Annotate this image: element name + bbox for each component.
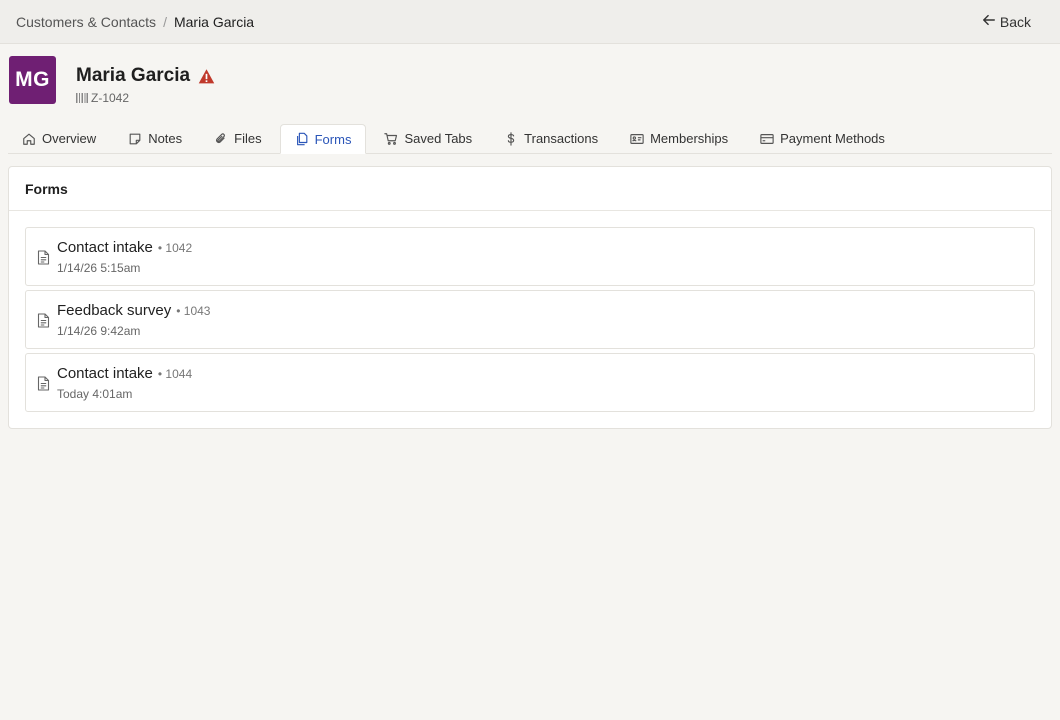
tab-memberships[interactable]: Memberships <box>616 124 742 153</box>
list-item[interactable]: Contact intake • 1042 1/14/26 5:15am <box>25 227 1035 286</box>
tab-label: Transactions <box>524 131 599 146</box>
barcode-icon <box>76 93 88 103</box>
breadcrumb: Customers & Contacts / Maria Garcia <box>16 14 254 30</box>
document-icon <box>37 376 50 391</box>
tab-label: Notes <box>148 131 183 146</box>
forms-panel: Forms Contact intake • 1042 1/14/26 5:15… <box>8 166 1052 429</box>
avatar: MG <box>9 56 56 104</box>
breadcrumb-current: Maria Garcia <box>173 13 255 30</box>
breadcrumb-customers-link[interactable]: Customers & Contacts <box>16 14 156 30</box>
form-number: • 1043 <box>176 304 211 318</box>
form-title: Feedback survey <box>57 302 172 319</box>
tab-notes[interactable]: Notes <box>114 124 196 153</box>
form-title: Contact intake <box>57 239 153 256</box>
form-number: • 1042 <box>157 241 193 255</box>
arrow-left-icon <box>982 13 996 30</box>
paperclip-icon <box>214 132 228 146</box>
form-title: Contact intake <box>57 365 153 382</box>
contact-id-row: Z-1042 <box>76 91 129 105</box>
form-date: Today 4:01am <box>57 387 133 401</box>
contact-name: Maria Garcia <box>76 65 191 86</box>
list-item[interactable]: Contact intake • 1044 Today 4:01am <box>25 353 1035 412</box>
home-icon <box>22 132 36 146</box>
id-card-icon <box>630 132 644 146</box>
credit-card-icon <box>760 132 774 146</box>
form-number: • 1044 <box>157 367 193 381</box>
breadcrumb-separator: / <box>163 13 167 30</box>
forms-icon <box>295 132 309 146</box>
tab-overview[interactable]: Overview <box>8 124 110 153</box>
cart-icon <box>384 132 398 146</box>
tab-label: Saved Tabs <box>404 131 473 146</box>
document-icon <box>37 250 50 265</box>
form-date: 1/14/26 5:15am <box>57 261 141 275</box>
tab-bar: Overview Notes Files Forms Saved Tabs Tr… <box>8 124 1052 154</box>
tab-label: Memberships <box>650 131 729 146</box>
tab-forms[interactable]: Forms <box>279 124 367 154</box>
back-button[interactable]: Back <box>982 13 1031 30</box>
list-item[interactable]: Feedback survey • 1043 1/14/26 9:42am <box>25 290 1035 349</box>
form-date: 1/14/26 9:42am <box>57 324 141 338</box>
top-bar: Customers & Contacts / Maria Garcia Back <box>0 0 1060 44</box>
tab-transactions[interactable]: Transactions <box>490 124 612 153</box>
tab-label: Files <box>234 131 262 146</box>
tab-label: Overview <box>42 131 97 146</box>
panel-title: Forms <box>9 167 1051 211</box>
note-icon <box>128 132 142 146</box>
document-icon <box>37 313 50 328</box>
dollar-icon <box>504 131 518 146</box>
contact-header: MG Maria Garcia Z-1042 <box>0 44 1060 124</box>
tab-files[interactable]: Files <box>200 124 275 153</box>
tab-label: Payment Methods <box>780 131 885 146</box>
tab-saved-tabs[interactable]: Saved Tabs <box>370 124 486 153</box>
back-label: Back <box>999 13 1031 30</box>
contact-id: Z-1042 <box>91 91 130 105</box>
tab-payment-methods[interactable]: Payment Methods <box>746 124 899 153</box>
warning-icon[interactable] <box>198 68 215 85</box>
tab-label: Forms <box>314 131 352 147</box>
forms-list: Contact intake • 1042 1/14/26 5:15am Fee… <box>9 211 1051 412</box>
